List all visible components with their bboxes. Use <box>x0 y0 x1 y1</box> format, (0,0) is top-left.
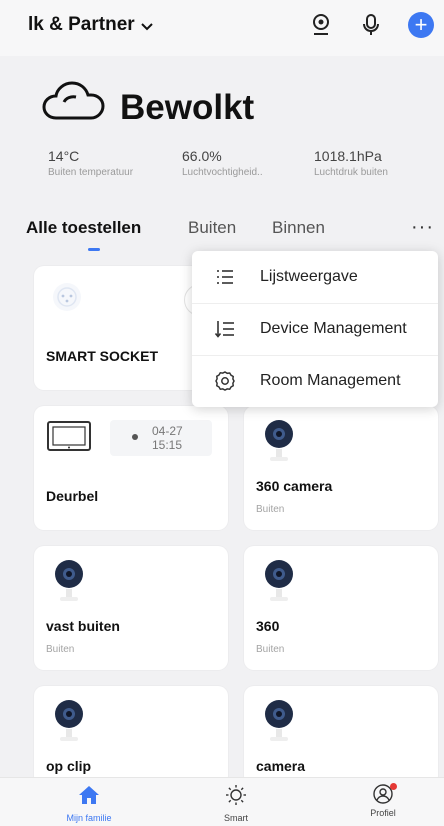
device-room: Buiten <box>256 504 285 515</box>
camera-icon <box>52 698 86 744</box>
menu-item-label: Device Management <box>260 320 407 337</box>
metric-label: Luchtdruk buiten <box>314 167 388 178</box>
event-date: 04-27 <box>152 424 183 438</box>
camera-icon <box>262 698 296 744</box>
bottom-navigation: Mijn familie Smart Profiel <box>0 777 444 826</box>
camera-scan-icon[interactable] <box>308 12 334 38</box>
menu-item-label: Room Management <box>260 372 401 389</box>
bell-icon <box>132 434 138 440</box>
home-selector[interactable]: lk & Partner <box>28 14 153 36</box>
event-badge: 04-27 15:15 <box>110 420 212 456</box>
home-icon <box>49 784 129 811</box>
tab-alle-toestellen[interactable]: Alle toestellen <box>26 218 141 238</box>
metric-label: Buiten temperatuur <box>48 167 134 178</box>
device-name: Deurbel <box>46 488 99 504</box>
notification-dot <box>390 783 397 790</box>
device-card-op-clip[interactable]: op clip <box>34 686 228 786</box>
active-tab-indicator <box>88 248 100 251</box>
weather-condition: Bewolkt <box>120 88 255 127</box>
device-card-deurbel[interactable]: 04-27 15:15 Deurbel <box>34 406 228 530</box>
metric-value: 66.0% <box>182 148 222 164</box>
add-device-button[interactable]: + <box>408 12 434 38</box>
menu-item-lijstweergave[interactable]: Lijstweergave <box>192 251 438 303</box>
metric-value: 1018.1hPa <box>314 148 382 164</box>
microphone-icon[interactable] <box>358 12 384 38</box>
menu-item-label: Lijstweergave <box>260 268 358 285</box>
smart-socket-icon <box>50 280 84 319</box>
device-name: op clip <box>46 758 92 774</box>
device-room: Buiten <box>46 644 75 655</box>
settings-icon <box>214 370 236 392</box>
chevron-down-icon <box>140 19 153 34</box>
more-options-button[interactable]: ··· <box>411 216 434 239</box>
profile-icon <box>371 783 397 806</box>
device-name: SMART SOCKET <box>46 348 158 364</box>
metric-value: 14°C <box>48 148 80 164</box>
device-room: Buiten <box>256 644 285 655</box>
monitor-icon <box>46 420 92 461</box>
cloud-icon <box>40 80 106 129</box>
device-name: 360 <box>256 618 280 634</box>
device-name: camera <box>256 758 306 774</box>
metric-temperature: 14°C Buiten temperatuur <box>48 148 133 178</box>
weather-panel: Bewolkt 14°C Buiten temperatuur 66.0% Lu… <box>18 64 438 204</box>
device-card-camera[interactable]: camera <box>244 686 438 786</box>
nav-label: Profiel <box>370 808 396 818</box>
event-time: 15:15 <box>152 438 183 452</box>
nav-label: Mijn familie <box>66 813 112 823</box>
room-tabs: Alle toestellen Buiten Binnen ··· <box>26 216 438 252</box>
plus-icon: + <box>414 12 428 37</box>
tab-binnen[interactable]: Binnen <box>272 218 325 238</box>
device-card-vast-buiten[interactable]: vast buiten Buiten <box>34 546 228 670</box>
list-icon <box>214 266 236 288</box>
menu-item-device-management[interactable]: Device Management <box>192 303 438 355</box>
nav-smart[interactable]: Smart <box>196 784 276 823</box>
menu-item-room-management[interactable]: Room Management <box>192 355 438 407</box>
sun-icon <box>196 784 276 811</box>
camera-icon <box>52 558 86 604</box>
metric-label: Luchtvochtigheid.. <box>182 167 263 178</box>
more-options-menu: Lijstweergave Device Management Room Man… <box>192 251 438 407</box>
device-name: 360 camera <box>256 478 333 494</box>
device-name: vast buiten <box>46 618 120 634</box>
metric-pressure: 1018.1hPa Luchtdruk buiten <box>314 148 388 178</box>
camera-icon <box>262 418 296 464</box>
camera-icon <box>262 558 296 604</box>
top-bar: lk & Partner + <box>0 0 444 56</box>
nav-profiel[interactable]: Profiel <box>343 783 423 818</box>
sort-list-icon <box>214 318 236 340</box>
device-card-360-camera[interactable]: 360 camera Buiten <box>244 406 438 530</box>
metric-humidity: 66.0% Luchtvochtigheid.. <box>182 148 263 178</box>
home-name: lk & Partner <box>28 14 135 35</box>
tab-buiten[interactable]: Buiten <box>188 218 236 238</box>
nav-mijn-familie[interactable]: Mijn familie <box>49 784 129 823</box>
device-card-360[interactable]: 360 Buiten <box>244 546 438 670</box>
nav-label: Smart <box>223 813 248 823</box>
